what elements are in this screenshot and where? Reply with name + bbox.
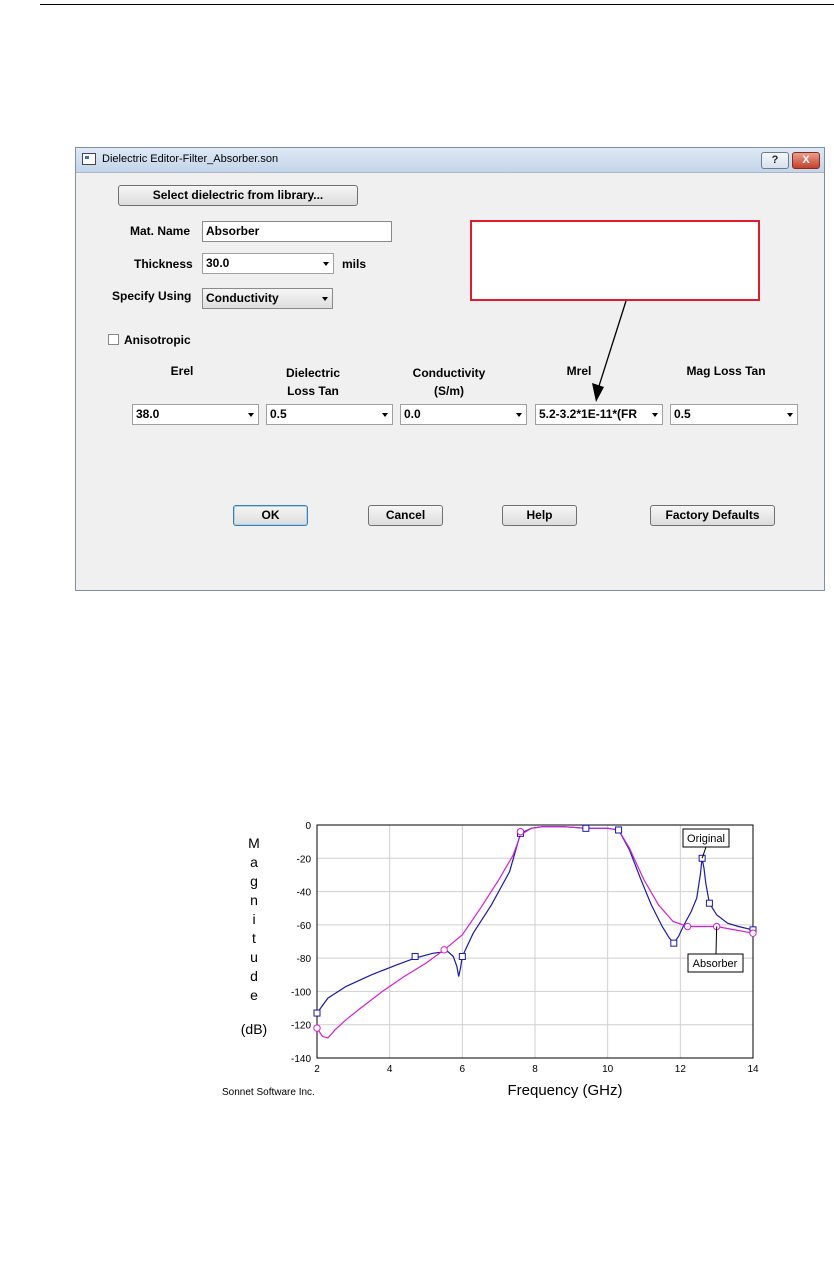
x-axis-label: Frequency (GHz) xyxy=(507,1082,622,1099)
marker-original xyxy=(705,899,713,907)
chart-credit: Sonnet Software Inc. xyxy=(222,1087,315,1098)
y-tick-label: -40 xyxy=(297,888,312,899)
callout-arrow xyxy=(592,300,627,402)
marker-absorber xyxy=(516,827,525,836)
y-axis-label-letter: M xyxy=(248,835,260,851)
y-tick-label: -80 xyxy=(297,954,312,965)
x-tick-label: 2 xyxy=(314,1064,320,1075)
y-tick-label: -120 xyxy=(291,1021,311,1032)
y-tick-label: -140 xyxy=(291,1054,311,1065)
x-tick-label: 10 xyxy=(602,1064,614,1075)
y-tick-label: -20 xyxy=(297,854,312,865)
x-tick-label: 12 xyxy=(675,1064,687,1075)
y-axis-label-letter: n xyxy=(250,892,258,908)
annotation-original: Original xyxy=(687,833,725,845)
y-axis-label-letter: d xyxy=(250,968,258,984)
magnitude-chart: 2 4 6 8 10 12 14 0 -20 -40 -60 -80 -100 -120 -140 Frequ… xyxy=(222,821,759,1099)
y-axis-label-letter: t xyxy=(252,930,256,946)
y-axis-label-letter: u xyxy=(250,949,258,965)
x-tick-label: 6 xyxy=(460,1064,466,1075)
marker-original xyxy=(411,952,419,960)
marker-original xyxy=(458,952,466,960)
y-axis-unit-label: (dB) xyxy=(241,1021,267,1037)
y-axis-label-letter: g xyxy=(250,873,258,889)
y-tick-label: -60 xyxy=(297,921,312,932)
x-tick-label: 8 xyxy=(532,1064,538,1075)
callout-arrow-line xyxy=(598,300,627,387)
y-tick-label: -100 xyxy=(291,987,311,998)
y-axis-label-letter: a xyxy=(250,854,258,870)
marker-absorber xyxy=(313,1024,321,1032)
marker-original xyxy=(313,1009,321,1017)
marker-original xyxy=(615,826,623,834)
marker-original xyxy=(582,824,590,832)
marker-original xyxy=(670,939,678,947)
y-tick-label: 0 xyxy=(305,821,311,832)
x-tick-label: 14 xyxy=(747,1064,759,1075)
annotation-absorber: Absorber xyxy=(693,958,738,970)
marker-absorber xyxy=(749,929,757,937)
annotation-leader-absorber xyxy=(715,926,718,955)
callout-arrow-head xyxy=(592,383,604,402)
y-axis-label-letter: e xyxy=(250,987,258,1003)
y-axis-label-letter: i xyxy=(252,911,255,927)
marker-absorber xyxy=(683,922,692,931)
marker-absorber xyxy=(440,946,448,954)
x-tick-label: 4 xyxy=(387,1064,393,1075)
